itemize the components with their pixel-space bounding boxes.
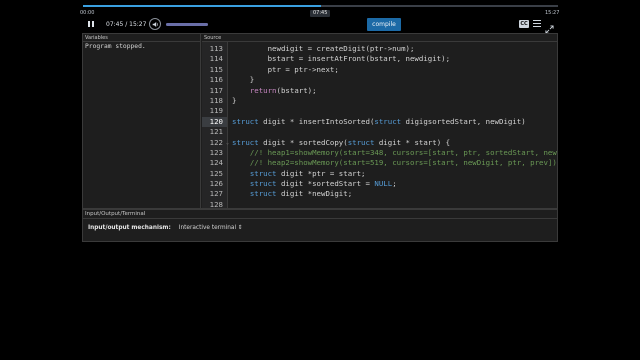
line-number[interactable]: 119 xyxy=(202,106,227,116)
line-number[interactable]: 115 xyxy=(202,65,227,75)
code-line: bstart = insertAtFront(bstart, newdigit)… xyxy=(232,54,451,64)
pause-button[interactable] xyxy=(86,20,96,29)
io-mechanism-label: Input/output mechanism: xyxy=(88,225,171,231)
line-number[interactable]: 126 xyxy=(202,179,227,189)
line-number[interactable]: 113 xyxy=(202,44,227,54)
compile-button[interactable]: compile xyxy=(367,18,401,31)
line-number[interactable]: 122 ⌄ xyxy=(202,138,229,148)
code-line: newdigit = createDigit(ptr->num); xyxy=(232,44,415,53)
io-terminal-header: Input/Output/Terminal xyxy=(83,210,557,219)
code-line: struct digit * insertIntoSorted(struct d… xyxy=(232,116,526,126)
code-line: struct digit *ptr = start; xyxy=(249,168,366,178)
volume-slider[interactable] xyxy=(166,23,208,26)
line-number[interactable]: 124 xyxy=(202,158,227,168)
fullscreen-icon[interactable] xyxy=(545,19,554,34)
source-header: Source xyxy=(202,34,557,42)
line-number[interactable]: 123 xyxy=(202,148,227,158)
line-number[interactable]: 128 xyxy=(202,200,227,208)
line-number[interactable]: 125 xyxy=(202,169,227,179)
code-line: struct digit *newDigit; xyxy=(249,189,353,199)
code-line: } xyxy=(232,95,237,105)
fold-chevron-icon[interactable]: ⌄ xyxy=(226,138,229,148)
code-editor[interactable]: newdigit = createDigit(ptr->num); bstart… xyxy=(232,42,557,208)
code-line: struct digit *sortedStart = NULL; xyxy=(249,179,397,189)
variables-content: Program stopped. xyxy=(85,43,146,50)
code-line: } xyxy=(232,75,255,85)
line-number[interactable]: 120 xyxy=(202,116,227,128)
line-number[interactable]: 117 xyxy=(202,86,227,96)
seek-bar[interactable] xyxy=(83,5,558,7)
source-panel: Source 113 114 115 116 117 118 119 120 121 122 ⌄ 12… xyxy=(202,34,557,208)
video-player-bar: 00:00 07:45 15:27 07:45 / 15:27 compile … xyxy=(0,0,640,36)
line-number[interactable]: 116 xyxy=(202,75,227,85)
line-number[interactable]: 118 xyxy=(202,96,227,106)
io-mechanism-row: Input/output mechanism: Interactive term… xyxy=(88,225,243,231)
menu-icon[interactable] xyxy=(533,20,541,28)
speaker-icon xyxy=(152,21,158,27)
pause-icon xyxy=(88,21,91,27)
volume-button[interactable] xyxy=(149,18,161,30)
io-mechanism-select[interactable]: Interactive terminal ⇕ xyxy=(179,225,243,231)
line-number[interactable]: 114 xyxy=(202,54,227,64)
volume-level xyxy=(166,23,208,26)
captions-button[interactable]: CC xyxy=(519,20,529,28)
variables-header: Variables xyxy=(83,34,200,42)
ide-window: Variables Program stopped. Source 113 114… xyxy=(82,33,558,209)
code-line: struct digit * sortedCopy(struct digit *… xyxy=(232,137,451,147)
line-number[interactable]: 121 xyxy=(202,127,227,137)
code-line: //! heap2=showMemory(start=519, cursors=… xyxy=(249,158,557,168)
variables-panel: Variables Program stopped. xyxy=(83,34,201,208)
start-time: 00:00 xyxy=(80,10,95,16)
line-number-gutter: 113 114 115 116 117 118 119 120 121 122 ⌄ 123 124 125… xyxy=(202,42,229,208)
code-line: //! heap1=showMemory(start=348, cursors=… xyxy=(249,147,557,157)
line-number[interactable]: 127 xyxy=(202,189,227,199)
time-readout: 07:45 / 15:27 xyxy=(106,21,147,28)
end-time: 15:27 xyxy=(545,10,560,16)
seek-tooltip: 07:45 xyxy=(310,10,331,17)
seek-bar-progress xyxy=(83,5,321,7)
io-terminal-panel: Input/Output/Terminal Input/output mecha… xyxy=(82,209,558,242)
code-line: return(bstart); xyxy=(249,85,317,95)
code-line: ptr = ptr->next; xyxy=(232,64,339,74)
